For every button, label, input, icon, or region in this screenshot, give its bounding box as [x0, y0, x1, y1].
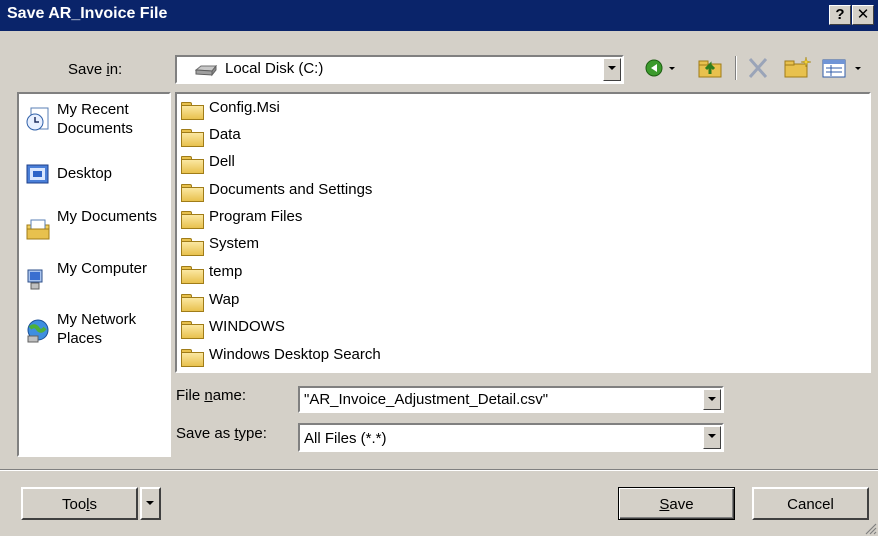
folder-icon	[181, 102, 204, 120]
folder-icon	[181, 266, 204, 284]
chevron-down-icon[interactable]	[603, 58, 621, 81]
folder-icon	[181, 156, 204, 174]
desktop-icon	[25, 162, 51, 188]
save-in-dropdown[interactable]: Local Disk (C:)	[175, 55, 624, 84]
tools-dropdown-button[interactable]	[140, 487, 161, 520]
folder-icon	[181, 238, 204, 256]
folder-icon	[181, 349, 204, 367]
file-name-label: File name:	[176, 387, 247, 404]
recent-documents-icon	[25, 106, 51, 132]
file-list[interactable]: Config.Msi Data Dell Documents and Setti…	[175, 92, 871, 373]
resize-grip-icon[interactable]	[864, 522, 877, 535]
new-folder-icon[interactable]	[782, 56, 812, 80]
chevron-down-icon[interactable]	[703, 389, 721, 410]
places-bar: My Recent Documents Desktop My Documents…	[17, 92, 171, 457]
folder-icon	[181, 129, 204, 147]
separator	[0, 469, 878, 471]
help-button[interactable]: ?	[829, 5, 851, 25]
folder-icon	[181, 294, 204, 312]
delete-icon[interactable]	[744, 56, 772, 80]
folder-icon	[181, 211, 204, 229]
window-title: Save AR_Invoice File	[7, 5, 168, 22]
save-in-value: Local Disk (C:)	[225, 60, 324, 77]
folder-icon	[181, 184, 204, 202]
local-disk-icon	[194, 64, 218, 77]
folder-icon	[181, 321, 204, 339]
network-places-icon	[25, 318, 51, 344]
title-bar: Save AR_Invoice File ? ✕	[0, 0, 878, 31]
my-documents-icon	[25, 217, 51, 243]
my-computer-icon	[25, 267, 51, 293]
cancel-button[interactable]: Cancel	[752, 487, 869, 520]
save-button[interactable]: Save	[618, 487, 735, 520]
chevron-down-icon[interactable]	[703, 426, 721, 449]
tools-button[interactable]: Tools	[21, 487, 138, 520]
chevron-down-icon	[146, 501, 154, 505]
back-icon[interactable]	[643, 56, 677, 80]
save-in-label: Save in:	[68, 61, 123, 78]
save-as-type-label: Save as type:	[176, 425, 267, 442]
up-folder-icon[interactable]	[696, 56, 724, 80]
views-icon[interactable]	[820, 56, 868, 80]
file-name-input[interactable]: "AR_Invoice_Adjustment_Detail.csv"	[298, 386, 724, 413]
close-button[interactable]: ✕	[852, 5, 874, 25]
save-as-type-dropdown[interactable]: All Files (*.*)	[298, 423, 724, 452]
toolbar-divider	[735, 56, 737, 80]
